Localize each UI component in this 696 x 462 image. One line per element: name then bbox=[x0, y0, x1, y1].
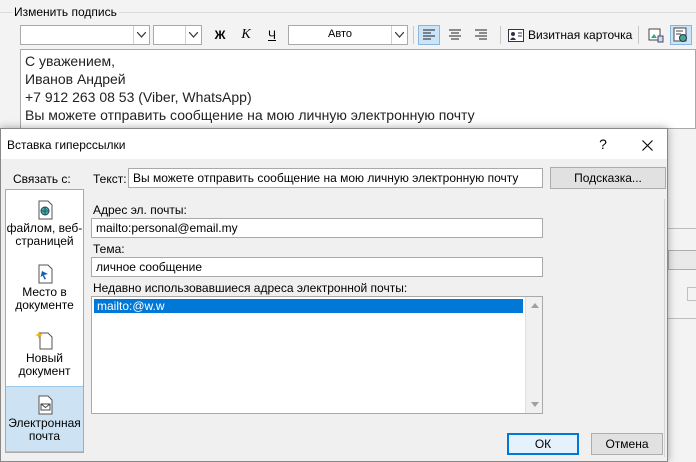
edit-signature-label: Изменить подпись bbox=[12, 5, 119, 19]
recent-addresses-label: Недавно использовавшиеся адреса электрон… bbox=[93, 281, 408, 295]
display-text-input[interactable]: Вы можете отправить сообщение на мою лич… bbox=[128, 168, 543, 188]
font-size-combo[interactable] bbox=[153, 25, 202, 45]
new-document-icon bbox=[34, 331, 52, 350]
sidebar-item-new-document[interactable]: Новый документ bbox=[6, 330, 83, 378]
sidebar-item-email[interactable]: Электронная почта bbox=[6, 386, 83, 452]
scroll-down-icon[interactable] bbox=[526, 396, 543, 413]
sidebar-label: документе bbox=[15, 298, 74, 312]
sidebar-label: документ bbox=[18, 364, 71, 378]
sidebar-item-web-page[interactable]: файлом, веб- страницей bbox=[6, 200, 83, 248]
help-button[interactable]: ? bbox=[593, 136, 613, 154]
dialog-title: Вставка гиперссылки bbox=[7, 138, 126, 152]
signature-line: +7 912 263 08 53 (Viber, WhatsApp) bbox=[25, 89, 252, 105]
insert-hyperlink-button[interactable] bbox=[670, 25, 692, 45]
vertical-scrollbar[interactable] bbox=[525, 297, 542, 413]
close-button[interactable] bbox=[635, 135, 659, 155]
align-center-button[interactable] bbox=[444, 25, 466, 45]
ok-button[interactable]: ОК bbox=[507, 433, 579, 455]
toolbar-separator bbox=[500, 26, 501, 44]
font-color-combo[interactable]: Авто bbox=[288, 25, 408, 45]
background-checkbox[interactable] bbox=[687, 287, 696, 301]
align-left-button[interactable] bbox=[418, 25, 440, 45]
business-card-label: Визитная карточка bbox=[528, 28, 633, 42]
underline-button[interactable]: Ч bbox=[262, 25, 282, 45]
background-button[interactable] bbox=[668, 250, 696, 270]
text-label: Текст: bbox=[93, 172, 127, 186]
chevron-down-icon bbox=[185, 26, 201, 44]
signature-line: С уважением, bbox=[25, 53, 116, 69]
toolbar-separator bbox=[638, 26, 639, 44]
align-center-icon bbox=[449, 29, 461, 40]
web-page-icon bbox=[38, 200, 52, 220]
cancel-button[interactable]: Отмена bbox=[591, 433, 663, 455]
list-item[interactable]: mailto:@w.w bbox=[94, 299, 523, 313]
sidebar-label: страницей bbox=[15, 234, 74, 248]
signature-editor[interactable]: С уважением, Иванов Андрей +7 912 263 08… bbox=[20, 49, 696, 129]
chevron-down-icon bbox=[133, 26, 149, 44]
sidebar-item-place-in-document[interactable]: Место в документе bbox=[6, 264, 83, 312]
email-icon bbox=[38, 395, 52, 415]
sidebar-label: Электронная bbox=[8, 416, 81, 430]
align-right-icon bbox=[475, 29, 487, 40]
business-card-icon bbox=[508, 28, 524, 42]
insert-hyperlink-dialog: Вставка гиперссылки ? Связать с: файлом,… bbox=[0, 128, 668, 462]
bold-button[interactable]: Ж bbox=[210, 25, 230, 45]
align-right-button[interactable] bbox=[470, 25, 492, 45]
sidebar-label: Новый bbox=[25, 351, 64, 365]
sidebar-label: файлом, веб- bbox=[6, 221, 83, 235]
font-name-combo[interactable] bbox=[20, 25, 150, 45]
place-in-document-icon bbox=[38, 264, 52, 284]
font-color-value: Авто bbox=[328, 28, 352, 40]
email-address-input[interactable]: mailto:personal@email.my bbox=[91, 218, 543, 238]
sidebar-label: Место в bbox=[22, 285, 67, 299]
close-icon bbox=[641, 139, 653, 151]
link-with-label: Связать с: bbox=[13, 172, 71, 186]
insert-picture-button[interactable] bbox=[646, 25, 666, 45]
italic-button[interactable]: К bbox=[236, 25, 256, 45]
recent-addresses-list[interactable]: mailto:@w.w bbox=[91, 296, 543, 414]
sidebar-label: почта bbox=[28, 429, 61, 443]
picture-icon bbox=[648, 28, 664, 43]
background-frame-line bbox=[668, 318, 696, 319]
signature-line: Вы можете отправить сообщение на мою лич… bbox=[25, 107, 475, 123]
link-type-sidebar: файлом, веб- страницей Место в документе… bbox=[5, 189, 84, 453]
background-frame-line bbox=[668, 228, 696, 229]
business-card-button[interactable]: Визитная карточка bbox=[508, 25, 632, 45]
email-address-label: Адрес эл. почты: bbox=[93, 203, 187, 217]
scroll-up-icon[interactable] bbox=[526, 297, 543, 314]
tooltip-button[interactable]: Подсказка... bbox=[550, 167, 666, 189]
formatting-toolbar: Ж К Ч Авто Визитная карточка bbox=[20, 23, 696, 47]
align-left-icon bbox=[423, 29, 435, 40]
hyperlink-icon bbox=[673, 27, 687, 42]
signature-line: Иванов Андрей bbox=[25, 71, 126, 87]
subject-input[interactable]: личное сообщение bbox=[91, 257, 543, 277]
subject-label: Тема: bbox=[93, 242, 125, 256]
dialog-titlebar: Вставка гиперссылки ? bbox=[1, 129, 667, 159]
dialog-divider bbox=[664, 199, 665, 457]
toolbar-separator bbox=[413, 26, 414, 44]
chevron-down-icon bbox=[391, 26, 407, 44]
